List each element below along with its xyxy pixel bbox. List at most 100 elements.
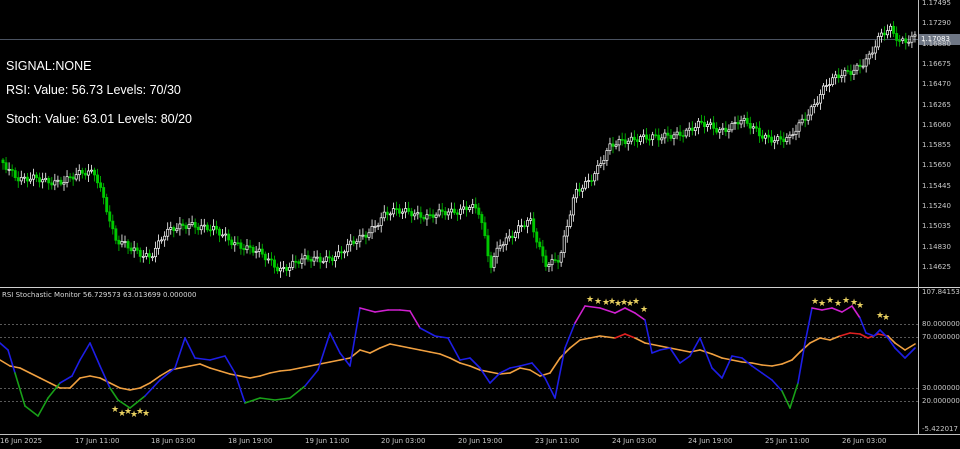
candle-body [535, 231, 539, 243]
stoch-line [109, 387, 119, 401]
rsi-line [731, 359, 743, 363]
candle-body [102, 187, 106, 198]
candle-body [44, 177, 48, 181]
candle-body [16, 177, 20, 182]
candle-body [215, 225, 218, 230]
signal-text: SIGNAL:NONE [6, 59, 92, 73]
signal-star-icon: ★ [640, 305, 648, 315]
candle-body [251, 246, 255, 253]
candle-body [507, 235, 511, 239]
candle-body [65, 176, 69, 183]
stoch-line [865, 332, 875, 337]
stoch-line [24, 405, 39, 417]
candle-body [358, 235, 362, 243]
candle-body [849, 71, 853, 75]
signal-star-icon: ★ [586, 295, 594, 305]
candle-body [736, 122, 740, 125]
stoch-line [519, 362, 533, 367]
candle-body [315, 256, 319, 259]
candle-body [648, 138, 652, 141]
candle-body [193, 222, 197, 228]
candle-body [117, 239, 121, 245]
candle-body [456, 212, 459, 215]
candle-body [815, 102, 819, 105]
candle-body [129, 247, 133, 252]
price-tick-label: 1.15650 [922, 161, 951, 170]
candle-body [431, 214, 435, 218]
indicator-chart[interactable]: ★★★★★★★ ★ ★★★★★★★★★ ★ ★ ★ ★★★★ [0, 288, 918, 434]
candle-body [370, 226, 374, 234]
candle-body [181, 223, 185, 226]
candle-body [642, 134, 645, 137]
candle-body [221, 234, 225, 237]
rsi-line [239, 375, 251, 379]
candle-body [745, 117, 749, 124]
candle-body [132, 247, 136, 252]
candle-body [574, 188, 578, 199]
candle-body [1, 159, 5, 164]
candle-body [71, 176, 75, 180]
stoch-line [209, 355, 226, 361]
price-chart[interactable] [0, 0, 918, 287]
candle-body [471, 204, 475, 208]
rsi-text: RSI: Value: 56.73 Levels: 70/30 [6, 83, 181, 97]
candle-body [513, 232, 517, 238]
candle-body [120, 241, 124, 245]
candle-body [825, 85, 828, 87]
candle-body [706, 124, 710, 127]
signal-star-icon: ★ [632, 297, 640, 307]
candle-body [571, 197, 575, 216]
stoch-line [459, 357, 471, 361]
candle-body [587, 180, 591, 182]
stoch-line [14, 372, 26, 407]
candle-body [446, 211, 450, 216]
candle-body [364, 234, 368, 238]
candle-body [330, 257, 334, 262]
candle-body [349, 240, 353, 246]
stoch-line [329, 332, 341, 354]
candle-body [645, 134, 649, 140]
candle-body [654, 134, 658, 137]
candle-body [321, 261, 325, 263]
candle-body [187, 224, 191, 229]
candle-body [147, 253, 151, 258]
rsi-line [79, 375, 91, 379]
rsi-line [379, 343, 391, 349]
stoch-line [751, 365, 763, 374]
time-tick-label: 19 Jun 11:00 [305, 437, 350, 445]
stoch-line [317, 332, 331, 371]
price-tick-label: 1.17290 [922, 19, 951, 28]
candle-body [855, 64, 859, 71]
candle-body [651, 134, 655, 140]
candle-body [858, 64, 862, 67]
price-tick-label: 1.15240 [922, 202, 951, 210]
rsi-line [459, 362, 471, 367]
price-tick-label: 1.14830 [922, 242, 951, 251]
candle-body [593, 173, 597, 182]
stoch-line [71, 359, 81, 377]
indicator-tick-label: 70.000000 [922, 333, 960, 341]
price-tick-label: 1.15035 [922, 222, 951, 231]
candle-body [352, 240, 356, 244]
candle-body [276, 266, 279, 272]
candle-body [806, 114, 810, 121]
stoch-line [289, 385, 306, 399]
signal-star-icon: ★ [834, 299, 842, 309]
candle-body [443, 211, 447, 216]
stoch-line [274, 397, 291, 401]
stoch-line [259, 397, 276, 401]
candle-body [626, 140, 630, 144]
candle-body [562, 235, 566, 253]
candle-body [785, 137, 789, 142]
stoch-line [89, 342, 101, 367]
axis-border [918, 0, 919, 434]
candle-body [334, 256, 337, 262]
stoch-line [79, 342, 91, 361]
candle-body [373, 225, 377, 228]
candle-body [818, 94, 822, 104]
time-tick-label: 23 Jun 11:00 [535, 437, 580, 445]
candle-body [635, 139, 639, 142]
candle-body [794, 130, 798, 135]
candle-body [303, 255, 307, 260]
candle-body [391, 208, 395, 215]
